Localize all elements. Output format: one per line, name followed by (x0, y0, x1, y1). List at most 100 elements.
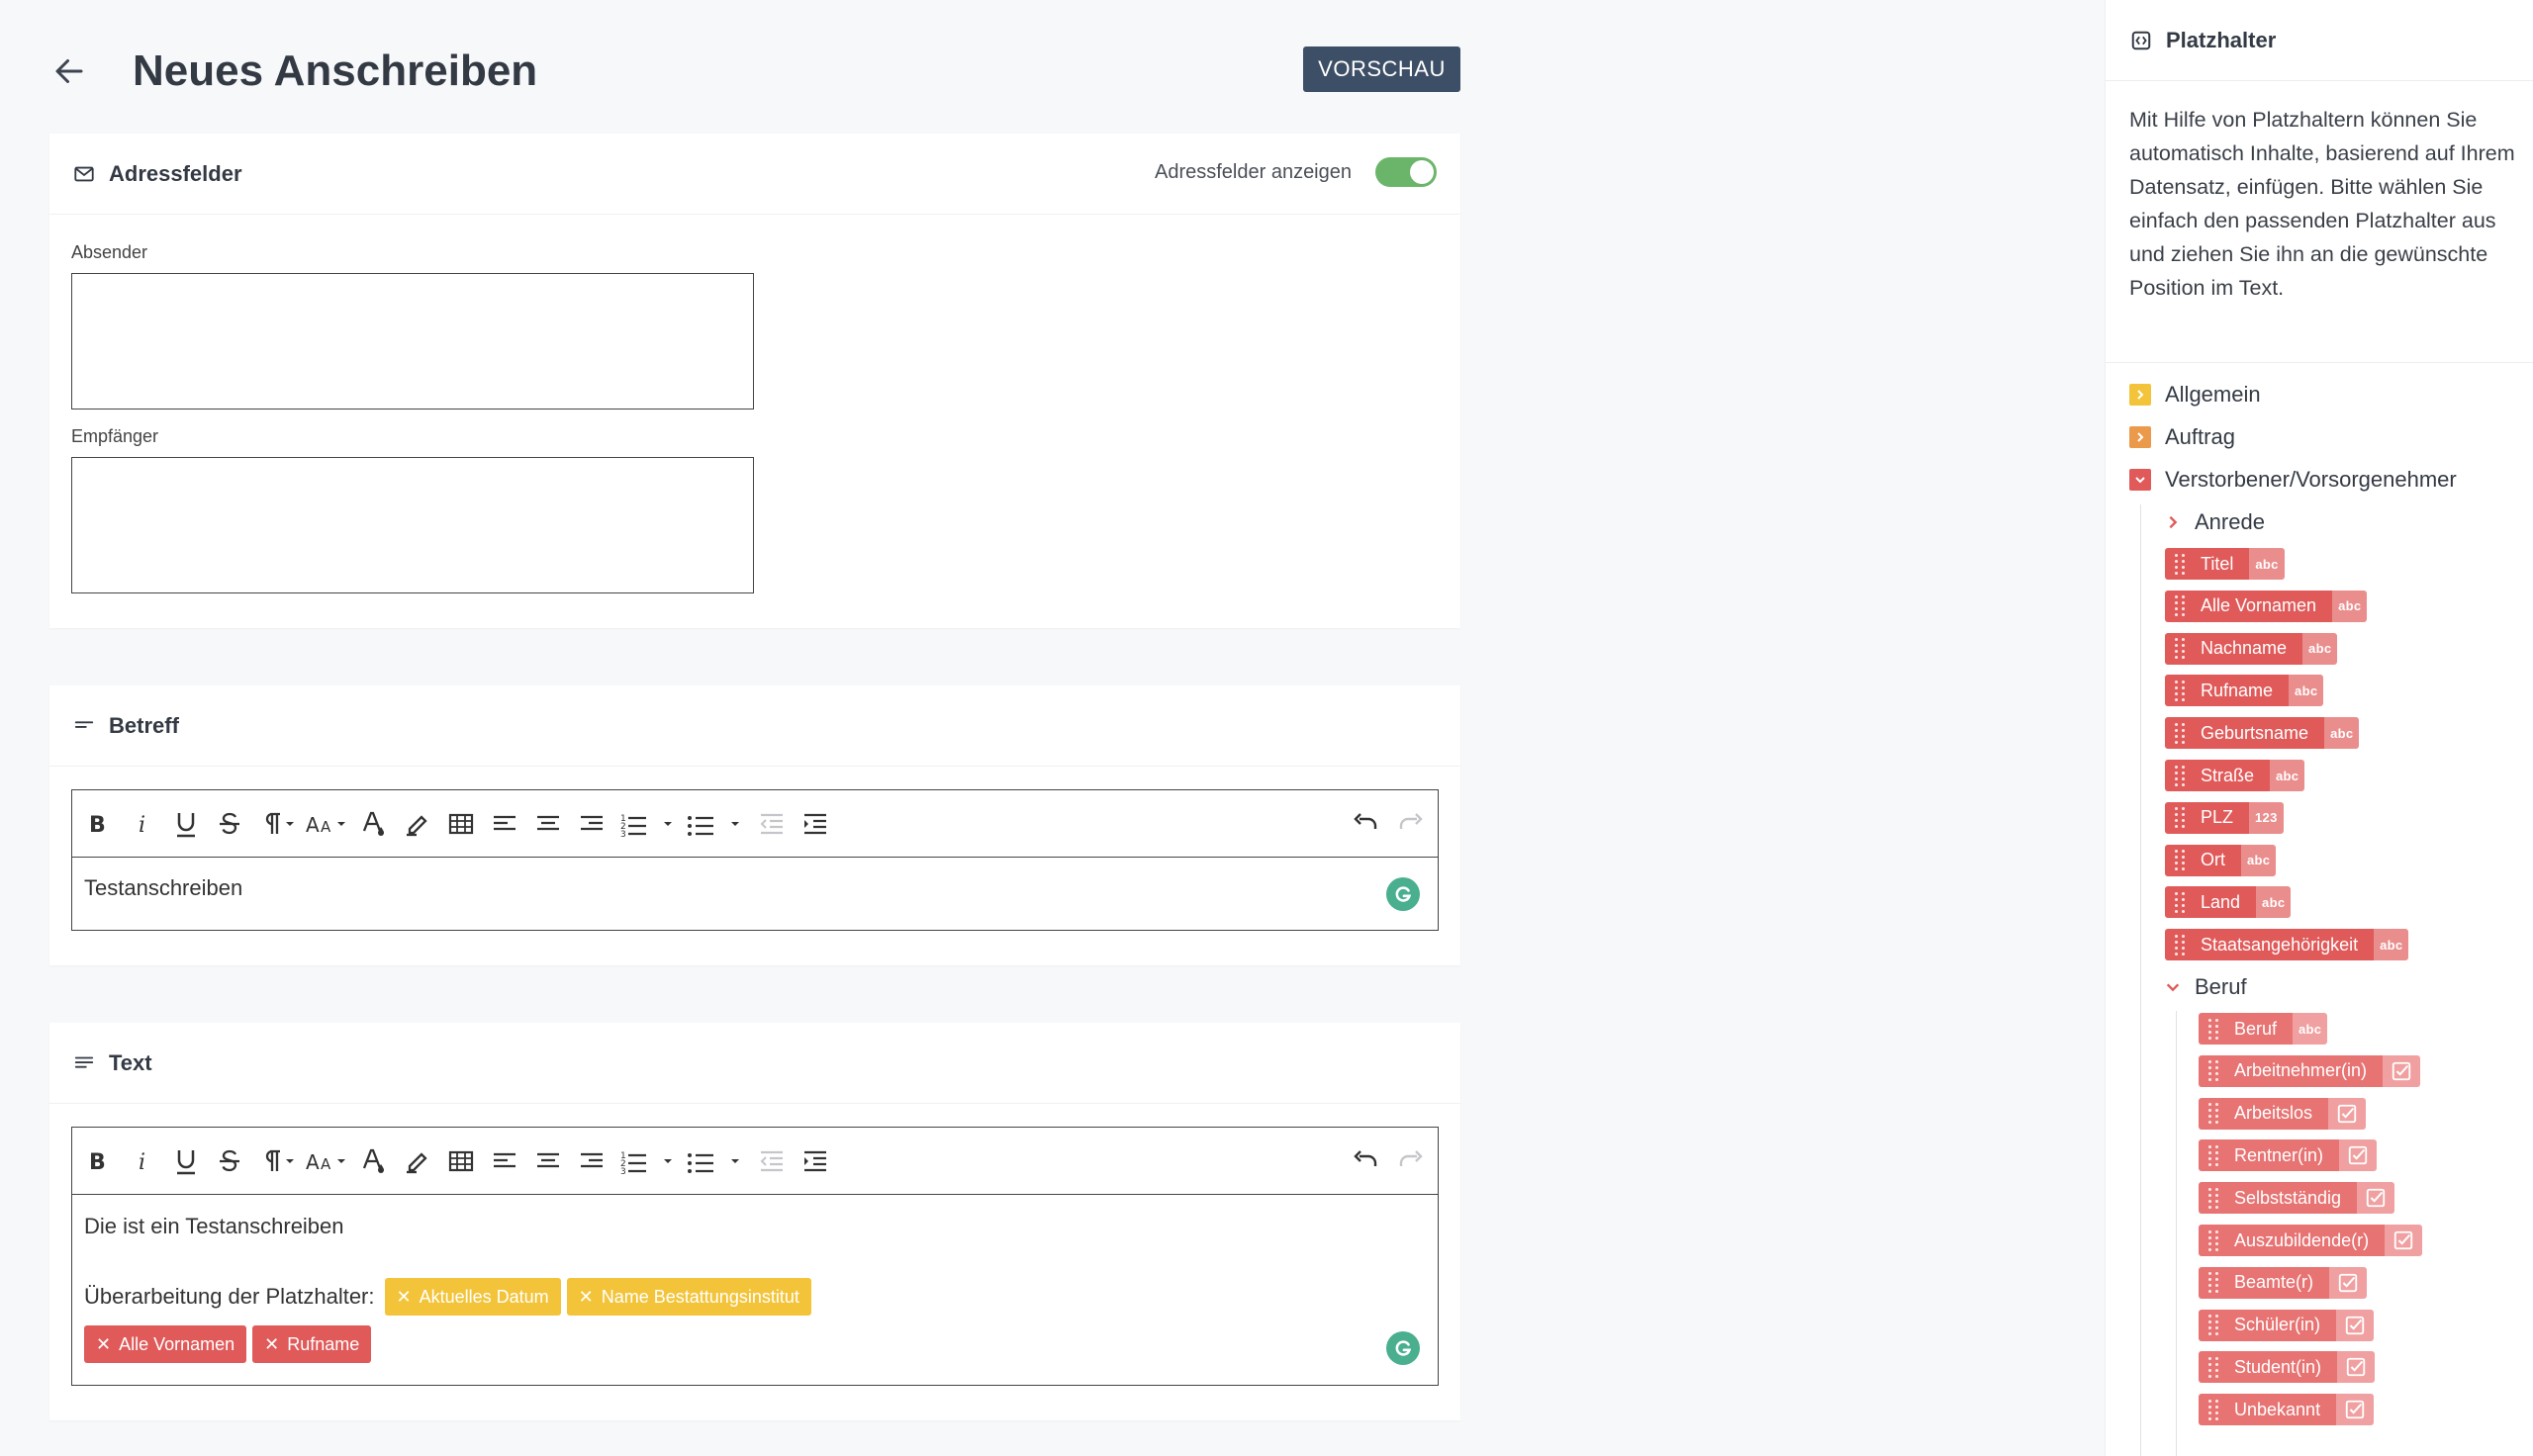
text-line-1: Die ist ein Testanschreiben (84, 1214, 344, 1238)
align-right-button[interactable] (577, 1145, 607, 1177)
text-editor-content[interactable]: Die ist ein Testanschreiben Überarbeitun… (72, 1195, 1438, 1385)
italic-button[interactable]: i (128, 808, 157, 840)
preview-button[interactable]: VORSCHAU (1303, 46, 1460, 92)
drag-handle-icon[interactable] (2175, 595, 2187, 617)
highlight-button[interactable] (403, 808, 432, 840)
placeholder-item[interactable]: Arbeitslos (2199, 1097, 2367, 1130)
bold-button[interactable]: B (82, 1145, 112, 1177)
category-auftrag[interactable]: Auftrag (2129, 421, 2235, 453)
undo-button[interactable] (1351, 808, 1380, 840)
placeholder-item[interactable]: Schüler(in) (2199, 1309, 2375, 1341)
back-arrow-icon[interactable] (51, 53, 87, 89)
align-center-button[interactable] (533, 808, 563, 840)
strikethrough-button[interactable] (215, 1145, 244, 1177)
drag-handle-icon[interactable] (2208, 1060, 2220, 1082)
inserted-placeholder-chip[interactable]: ✕ Alle Vornamen (84, 1325, 247, 1363)
drag-handle-icon[interactable] (2175, 891, 2187, 913)
drag-handle-icon[interactable] (2208, 1315, 2220, 1336)
placeholder-item[interactable]: Straße abc (2165, 760, 2305, 791)
placeholder-item[interactable]: Nachname abc (2165, 632, 2338, 665)
address-fields-toggle[interactable] (1375, 157, 1437, 187)
placeholder-item[interactable]: Titel abc (2165, 548, 2285, 580)
placeholder-item[interactable]: Student(in) (2199, 1351, 2376, 1384)
paragraph-format-button[interactable] (258, 808, 300, 840)
placeholder-item[interactable]: Rentner(in) (2199, 1139, 2378, 1172)
strikethrough-button[interactable] (215, 808, 244, 840)
placeholder-item[interactable]: Beruf abc (2199, 1013, 2328, 1045)
inserted-placeholder-chip[interactable]: ✕ Rufname (252, 1325, 372, 1363)
subject-editor-content[interactable]: Testanschreiben (72, 858, 1438, 930)
drag-handle-icon[interactable] (2175, 765, 2187, 786)
inserted-placeholder-chip[interactable]: ✕ Name Bestattungsinstitut (566, 1278, 811, 1316)
address-toggle-group: Adressfelder anzeigen (1155, 157, 1437, 187)
grammarly-icon[interactable] (1386, 1331, 1420, 1365)
ordered-list-button[interactable]: 123 (618, 808, 680, 840)
paragraph-format-button[interactable] (258, 1145, 300, 1177)
drag-handle-icon[interactable] (2175, 722, 2187, 744)
recipient-field[interactable] (71, 457, 754, 593)
italic-button[interactable]: i (128, 1145, 157, 1177)
drag-handle-icon[interactable] (2208, 1272, 2220, 1294)
table-button[interactable] (446, 808, 476, 840)
underline-button[interactable] (171, 808, 201, 840)
placeholder-item[interactable]: Land abc (2165, 886, 2292, 919)
drag-handle-icon[interactable] (2208, 1018, 2220, 1040)
placeholder-item[interactable]: Arbeitnehmer(in) (2199, 1054, 2421, 1087)
table-button[interactable] (446, 1145, 476, 1177)
font-color-button[interactable] (359, 1145, 389, 1177)
underline-button[interactable] (171, 1145, 201, 1177)
placeholder-item[interactable]: Alle Vornamen abc (2165, 590, 2368, 622)
align-center-button[interactable] (533, 1145, 563, 1177)
drag-handle-icon[interactable] (2175, 638, 2187, 660)
indent-button[interactable] (800, 808, 830, 840)
drag-handle-icon[interactable] (2208, 1229, 2220, 1251)
font-color-button[interactable] (359, 808, 389, 840)
text-card-header: Text (49, 1023, 1460, 1104)
align-left-button[interactable] (490, 1145, 519, 1177)
placeholder-item[interactable]: Staatsangehörigkeit abc (2165, 929, 2409, 961)
drag-handle-icon[interactable] (2175, 553, 2187, 575)
drag-handle-icon[interactable] (2175, 850, 2187, 871)
remove-icon[interactable]: ✕ (579, 1287, 594, 1308)
placeholder-item[interactable]: PLZ 123 (2165, 801, 2284, 834)
font-size-button[interactable]: AA (304, 808, 351, 840)
remove-icon[interactable]: ✕ (264, 1334, 279, 1355)
placeholder-item[interactable]: Rufname abc (2165, 675, 2324, 707)
align-left-button[interactable] (490, 808, 519, 840)
sender-field[interactable] (71, 273, 754, 410)
drag-handle-icon[interactable] (2208, 1356, 2220, 1378)
drag-handle-icon[interactable] (2208, 1144, 2220, 1166)
grammarly-icon[interactable] (1386, 877, 1420, 911)
inserted-placeholder-chip[interactable]: ✕ Aktuelles Datum (384, 1278, 561, 1316)
ordered-list-button[interactable]: 123 (618, 1145, 680, 1177)
placeholder-item[interactable]: Ort abc (2165, 844, 2277, 876)
drag-handle-icon[interactable] (2175, 680, 2187, 701)
unordered-list-button[interactable] (686, 1145, 747, 1177)
drag-handle-icon[interactable] (2175, 807, 2187, 829)
placeholder-label: Student(in) (2234, 1356, 2322, 1377)
category-verstorbener[interactable]: Verstorbener/Vorsorgenehmer (2129, 464, 2457, 496)
text-type-icon: abc (2302, 632, 2338, 665)
subject-card-header: Betreff (49, 685, 1460, 767)
remove-icon[interactable]: ✕ (397, 1287, 412, 1308)
subgroup-anrede[interactable]: Anrede (2165, 506, 2265, 538)
remove-icon[interactable]: ✕ (96, 1334, 111, 1355)
unordered-list-button[interactable] (686, 808, 747, 840)
indent-button[interactable] (800, 1145, 830, 1177)
drag-handle-icon[interactable] (2208, 1399, 2220, 1420)
placeholder-item[interactable]: Unbekannt (2199, 1394, 2375, 1426)
highlight-button[interactable] (403, 1145, 432, 1177)
placeholder-item[interactable]: Selbstständig (2199, 1182, 2395, 1215)
drag-handle-icon[interactable] (2208, 1187, 2220, 1209)
placeholder-item[interactable]: Auszubildende(r) (2199, 1225, 2423, 1256)
subgroup-beruf[interactable]: Beruf (2165, 971, 2247, 1003)
drag-handle-icon[interactable] (2175, 934, 2187, 956)
font-size-button[interactable]: AA (304, 1145, 351, 1177)
placeholder-item[interactable]: Beamte(r) (2199, 1266, 2368, 1299)
bold-button[interactable]: B (82, 808, 112, 840)
align-right-button[interactable] (577, 808, 607, 840)
placeholder-item[interactable]: Geburtsname abc (2165, 717, 2360, 750)
drag-handle-icon[interactable] (2208, 1103, 2220, 1125)
category-allgemein[interactable]: Allgemein (2129, 379, 2261, 410)
undo-button[interactable] (1351, 1145, 1380, 1177)
